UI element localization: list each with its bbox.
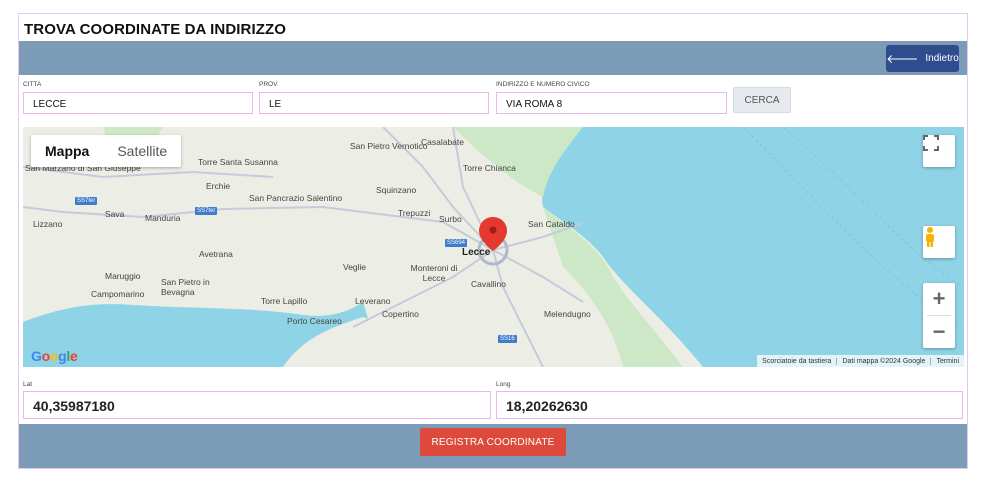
map-label-san-pietro-in-bevagna: San Pietro in Bevagna [161, 277, 210, 297]
map-label-monteroni: Monteroni di Lecce [410, 263, 458, 283]
prov-field[interactable]: LE [259, 92, 489, 114]
fullscreen-button[interactable] [923, 135, 955, 167]
save-coordinates-button[interactable]: REGISTRA COORDINATE [420, 428, 566, 456]
lat-label: Lat [23, 381, 33, 388]
indirizzo-label: INDIRIZZO E NUMERO CIVICO [496, 81, 590, 88]
long-field[interactable]: 18,20262630 [496, 391, 963, 419]
zoom-out-button[interactable]: − [923, 316, 955, 348]
map-label-maruggio: Maruggio [105, 271, 141, 281]
map-type-mappa[interactable]: Mappa [31, 135, 103, 167]
search-button[interactable]: CERCA [733, 87, 791, 113]
map-label-leverano: Leverano [355, 296, 391, 306]
map-label-san-pancrazio: San Pancrazio Salentino [249, 193, 343, 203]
map-type-satellite[interactable]: Satellite [103, 135, 181, 167]
map-label-campomarino: Campomarino [91, 289, 145, 299]
map-label-porto-cesareo: Porto Cesareo [287, 316, 342, 326]
street-view-button[interactable] [923, 226, 955, 258]
map-view[interactable]: San Marzano di San Giuseppe Torre Santa … [23, 127, 964, 367]
map-label-torre-lapillo: Torre Lapillo [261, 296, 308, 306]
pegman-icon [926, 227, 934, 247]
title-row: TROVA COORDINATE DA INDIRIZZO [19, 14, 967, 41]
road-shield-ss16: SS16 [498, 335, 517, 343]
road-shield-ss694: SS694 [445, 239, 468, 247]
map-attribution: Scorciatoie da tastiera Dati mappa ©2024… [757, 355, 964, 367]
footer-bar: REGISTRA COORDINATE [19, 424, 967, 468]
map-label-casalabate: Casalabate [421, 137, 465, 147]
map-label-copertino: Copertino [382, 309, 419, 319]
keyboard-shortcuts-link[interactable]: Scorciatoie da tastiera [757, 358, 836, 365]
toolbar: 🡐 Indietro [19, 41, 967, 75]
back-button-label: Indietro [925, 53, 959, 64]
map-label-manduria: Manduria [145, 213, 181, 223]
map-data-credit: Dati mappa ©2024 Google [836, 357, 930, 365]
map-label-avetrana: Avetrana [199, 249, 233, 259]
map-label-cavallino: Cavallino [471, 279, 506, 289]
road-shield-ss7ter-2: SS7ter [195, 207, 218, 215]
map-label-veglie: Veglie [343, 262, 367, 272]
map-label-lecce: Lecce [462, 247, 491, 258]
zoom-control: + − [923, 283, 955, 348]
map-label-lizzano: Lizzano [33, 219, 63, 229]
page-title: TROVA COORDINATE DA INDIRIZZO [24, 21, 287, 38]
fullscreen-icon [923, 135, 939, 151]
coordinate-panel: TROVA COORDINATE DA INDIRIZZO 🡐 Indietro… [18, 13, 968, 469]
road-shield-ss7ter: SS7ter [75, 197, 98, 205]
map-label-trepuzzi: Trepuzzi [398, 208, 431, 218]
citta-label: CITTA [23, 81, 42, 88]
long-label: Long [496, 381, 511, 388]
indirizzo-field[interactable]: VIA ROMA 8 [496, 92, 727, 114]
lat-field[interactable]: 40,35987180 [23, 391, 491, 419]
terms-link[interactable]: Termini [930, 357, 964, 365]
map-label-melendugno: Melendugno [544, 309, 591, 319]
back-button[interactable]: 🡐 Indietro [886, 45, 959, 72]
map-label-sava: Sava [105, 209, 125, 219]
map-label-torre-santa-susanna: Torre Santa Susanna [198, 157, 278, 167]
map-label-san-pietro-vernotico: San Pietro Vernotico [350, 141, 428, 151]
prov-label: PROV. [259, 81, 279, 88]
citta-field[interactable]: LECCE [23, 92, 253, 114]
map-label-surbo: Surbo [439, 214, 462, 224]
map-label-squinzano: Squinzano [376, 185, 417, 195]
map-type-control: Mappa Satellite [31, 135, 182, 167]
arrow-left-icon: 🡐 [886, 52, 919, 66]
zoom-in-button[interactable]: + [923, 283, 955, 315]
address-fields: CITTA LECCE PROV. LE INDIRIZZO E NUMERO … [19, 75, 967, 121]
google-logo[interactable]: Google [31, 348, 78, 364]
map-label-torre-chianca: Torre Chianca [463, 163, 516, 173]
map-label-san-cataldo: San Cataldo [528, 219, 575, 229]
map-label-erchie: Erchie [206, 181, 231, 191]
